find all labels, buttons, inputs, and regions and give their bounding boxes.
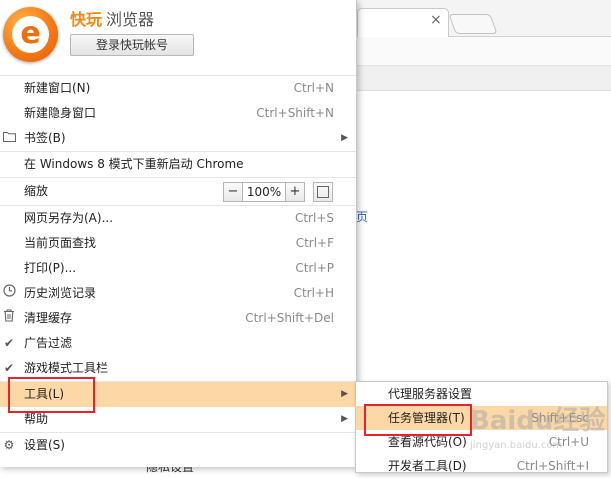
trash-icon [1, 306, 17, 331]
menu-item-label: 历史浏览记录 [24, 286, 97, 300]
menu-item-label: 清理缓存 [24, 311, 73, 325]
fullscreen-icon[interactable] [313, 182, 333, 202]
menu-item-incognito[interactable]: 新建隐身窗口 Ctrl+Shift+N [0, 101, 356, 126]
menu-item-label: 书签(B) [24, 131, 66, 145]
tab-close-icon[interactable]: × [430, 12, 442, 28]
submenu-arrow-icon: ▶ [341, 414, 348, 424]
menu-item-label: 当前页面查找 [24, 236, 97, 250]
menu-item-label: 新建隐身窗口 [24, 106, 97, 120]
browser-logo-icon: e [3, 7, 58, 62]
menu-item-new-window[interactable]: 新建窗口(N) Ctrl+N [0, 76, 356, 101]
menu-item-label: 帮助 [24, 412, 49, 426]
brand-secondary: 浏览器 [106, 10, 155, 29]
menu-item-find[interactable]: 当前页面查找 Ctrl+F [0, 231, 356, 256]
submenu-arrow-icon: ▶ [341, 389, 348, 399]
menu-item-print[interactable]: 打印(P)... Ctrl+P [0, 256, 356, 281]
menu-item-label: 在 Windows 8 模式下重新启动 Chrome [24, 157, 244, 171]
menu-item-shortcut: Ctrl+P [295, 261, 334, 275]
brand-name: 快玩 浏览器 [70, 6, 154, 30]
menu-item-save-as[interactable]: 网页另存为(A)... Ctrl+S [0, 206, 356, 231]
menu-item-label: 新建窗口(N) [24, 81, 91, 95]
submenu-item-label: 代理服务器设置 [388, 387, 473, 401]
new-tab-button[interactable] [448, 14, 498, 34]
gear-icon: ⚙ [3, 438, 15, 452]
menu-item-ad-filter[interactable]: ✔ 广告过滤 [0, 331, 356, 356]
tools-highlight-box [8, 377, 95, 413]
menu-item-label: 打印(P)... [24, 261, 77, 275]
menu-item-shortcut: Ctrl+Shift+Del [245, 311, 334, 325]
watermark: Baidu经验 [470, 406, 606, 436]
menu-item-restart-win8[interactable]: 在 Windows 8 模式下重新启动 Chrome [0, 152, 356, 177]
menu-item-shortcut: Ctrl+F [295, 236, 334, 250]
zoom-out-button[interactable]: − [224, 183, 242, 201]
clock-icon [1, 281, 17, 306]
watermark-url: jingyan.baidu.com [470, 440, 563, 451]
menu-item-clear-cache[interactable]: 清理缓存 Ctrl+Shift+Del [0, 306, 356, 331]
menu-item-shortcut: Ctrl+N [293, 81, 334, 95]
menu-item-shortcut: Ctrl+H [293, 286, 334, 300]
login-button[interactable]: 登录快玩帐号 [70, 34, 194, 56]
menu-header: e 快玩 浏览器 登录快玩帐号 [0, 0, 356, 75]
menu-item-settings[interactable]: ⚙ 设置(S) [0, 433, 356, 458]
folder-icon [1, 126, 17, 151]
checkmark-icon: ✔ [3, 336, 15, 350]
menu-item-label: 设置(S) [24, 438, 65, 452]
zoom-level: 100% [242, 183, 286, 201]
task-manager-highlight-box [364, 404, 472, 436]
submenu-item-label: 查看源代码(O) [388, 435, 467, 449]
submenu-item-shortcut: Ctrl+Shift+I [516, 459, 589, 473]
submenu-item-dev-tools[interactable]: 开发者工具(D) Ctrl+Shift+I [356, 454, 607, 478]
menu-item-bookmarks[interactable]: 书签(B) ▶ [0, 126, 356, 151]
submenu-item-label: 开发者工具(D) [388, 459, 467, 473]
menu-item-label: 网页另存为(A)... [24, 211, 114, 225]
menu-item-zoom: 缩放 − 100% + [0, 178, 356, 205]
zoom-control: − 100% + [223, 182, 305, 202]
menu-item-label: 游戏模式工具栏 [24, 361, 109, 375]
browser-main-menu: e 快玩 浏览器 登录快玩帐号 新建窗口(N) Ctrl+N 新建隐身窗口 Ctr… [0, 0, 357, 467]
submenu-arrow-icon: ▶ [341, 133, 348, 143]
brand-primary: 快玩 [70, 10, 103, 29]
page-link[interactable]: 页 [356, 208, 368, 225]
menu-item-history[interactable]: 历史浏览记录 Ctrl+H [0, 281, 356, 306]
zoom-in-button[interactable]: + [286, 183, 304, 201]
menu-item-shortcut: Ctrl+Shift+N [256, 106, 334, 120]
menu-item-label: 缩放 [24, 184, 49, 198]
menu-item-label: 广告过滤 [24, 336, 73, 350]
menu-item-shortcut: Ctrl+S [294, 211, 334, 225]
